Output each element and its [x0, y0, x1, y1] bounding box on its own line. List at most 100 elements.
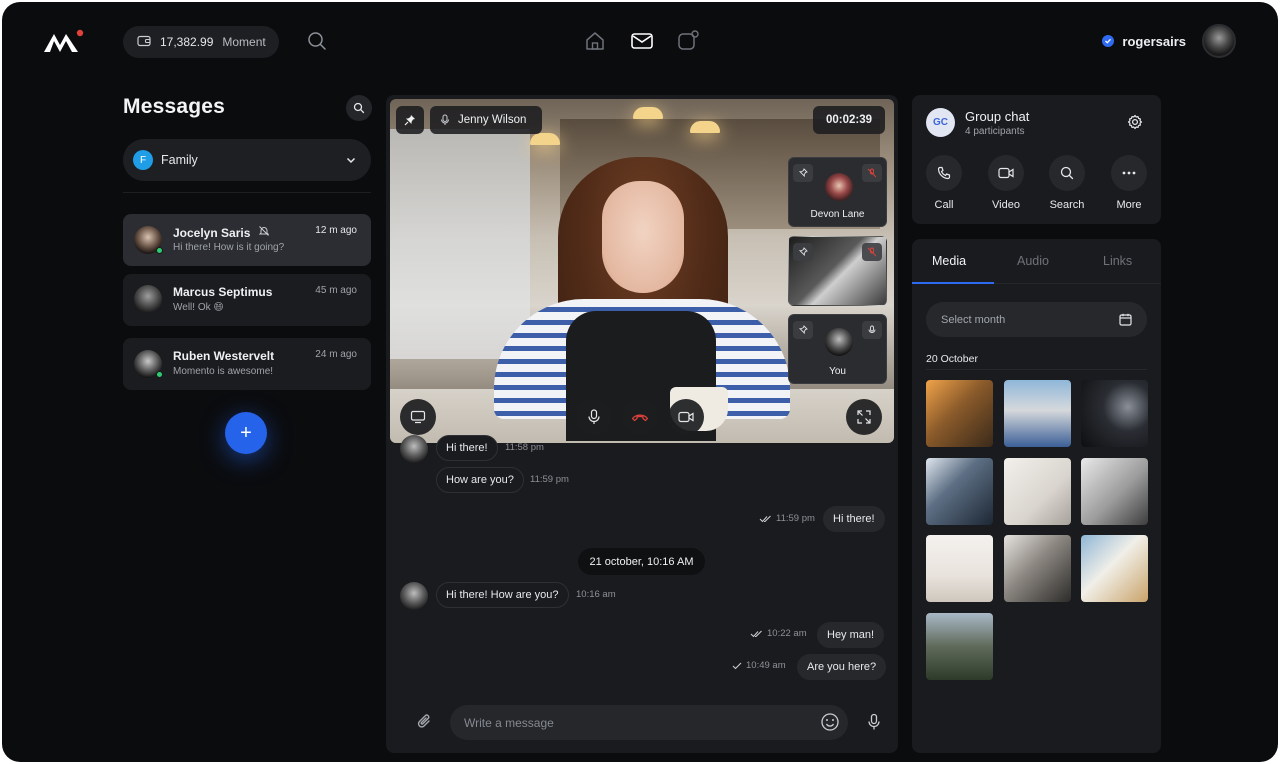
month-select[interactable]: Select month — [926, 302, 1147, 337]
media-thumbnail[interactable] — [1004, 535, 1071, 602]
search-icon[interactable] — [306, 30, 328, 52]
media-thumbnail[interactable] — [1081, 380, 1148, 447]
action-label: Video — [992, 199, 1020, 211]
conversation-preview: Momento is awesome! — [173, 366, 274, 377]
media-thumbnail[interactable] — [1081, 458, 1148, 525]
search-action[interactable]: Search — [1049, 155, 1085, 211]
avatar — [400, 582, 428, 610]
message-time: 11:58 pm — [505, 442, 544, 453]
lamp — [690, 121, 720, 133]
pin-icon — [404, 115, 415, 126]
participant-name: You — [829, 366, 846, 377]
media-thumbnail[interactable] — [926, 458, 993, 525]
emoji-button[interactable] — [819, 711, 841, 733]
group-badge: GC — [926, 108, 955, 137]
message-input-placeholder: Write a message — [464, 715, 554, 730]
phone-icon[interactable] — [926, 155, 962, 191]
chat-bubble-icon[interactable] — [676, 29, 700, 53]
mic-muted-icon[interactable] — [862, 164, 882, 182]
wallet-balance[interactable]: 17,382.99 Moment — [123, 26, 279, 58]
screen-share-button[interactable] — [400, 399, 436, 435]
mute-button[interactable] — [576, 399, 612, 435]
attach-button[interactable] — [414, 711, 436, 733]
paperclip-icon — [417, 714, 430, 728]
microphone-icon — [441, 114, 449, 125]
group-subtitle: 4 participants — [965, 126, 1025, 137]
divider — [926, 369, 1147, 370]
conversation-name: Marcus Septimus — [173, 285, 273, 299]
conversation-filter-select[interactable]: F Family — [123, 139, 371, 181]
media-thumbnail[interactable] — [1004, 458, 1071, 525]
fullscreen-button[interactable] — [846, 399, 882, 435]
filter-badge: F — [133, 150, 153, 170]
group-title: Group chat — [965, 109, 1030, 124]
video-camera-icon[interactable] — [988, 155, 1024, 191]
microphone-icon — [588, 409, 600, 424]
media-thumbnail[interactable] — [926, 535, 993, 602]
tab-media[interactable]: Media — [932, 254, 966, 268]
wallet-amount: 17,382.99 — [160, 35, 214, 49]
conversation-item[interactable]: Jocelyn Saris Hi there! How is it going?… — [123, 214, 371, 266]
mic-muted-icon[interactable] — [862, 243, 882, 261]
conversation-item[interactable]: Marcus Septimus Well! Ok 😄 45 m ago — [123, 274, 371, 326]
pin-icon[interactable] — [793, 164, 813, 182]
conversation-name-text: Jocelyn Saris — [173, 225, 251, 240]
message-time: 10:16 am — [576, 589, 616, 600]
user-profile[interactable]: rogersairs — [1102, 24, 1236, 58]
conversation-item[interactable]: Ruben Westervelt Momento is awesome! 24 … — [123, 338, 371, 390]
call-action[interactable]: Call — [926, 155, 962, 211]
video-action[interactable]: Video — [988, 155, 1024, 211]
voice-message-button[interactable] — [864, 711, 884, 733]
tab-audio[interactable]: Audio — [1017, 254, 1049, 268]
message-time: 11:59 pm — [530, 474, 569, 485]
avatar — [825, 173, 853, 201]
more-action[interactable]: More — [1111, 155, 1147, 211]
active-tab-indicator — [912, 282, 994, 284]
message-bubble: Hi there! How are you? — [436, 582, 569, 608]
participant-tile[interactable] — [788, 236, 887, 306]
video-call-feed: Jenny Wilson 00:02:39 Devon Lane You — [390, 99, 894, 443]
mail-icon[interactable] — [629, 29, 655, 53]
end-call-button[interactable] — [622, 399, 658, 435]
media-thumbnail[interactable] — [926, 613, 993, 680]
wallet-icon — [137, 35, 151, 50]
pin-icon[interactable] — [793, 243, 813, 261]
conversation-name: Jocelyn Saris — [173, 225, 270, 240]
participant-tile[interactable]: Devon Lane — [788, 157, 887, 227]
pin-button[interactable] — [396, 106, 424, 134]
verified-icon — [1102, 35, 1115, 47]
participant-tile-self[interactable]: You — [788, 314, 887, 384]
new-conversation-button[interactable]: + — [225, 412, 267, 454]
double-check-icon — [750, 630, 762, 637]
more-dots-icon[interactable] — [1111, 155, 1147, 191]
logo[interactable] — [44, 29, 84, 55]
home-icon[interactable] — [583, 29, 607, 53]
message-time-text: 11:59 pm — [776, 513, 815, 524]
online-indicator — [156, 247, 163, 254]
media-thumbnail[interactable] — [1004, 380, 1071, 447]
pin-icon[interactable] — [793, 321, 813, 339]
call-duration: 00:02:39 — [813, 106, 885, 134]
message-bubble: How are you? — [436, 467, 524, 493]
avatar[interactable] — [1202, 24, 1236, 58]
camera-toggle-button[interactable] — [668, 399, 704, 435]
media-date-label: 20 October — [926, 353, 978, 365]
participant-name: Devon Lane — [810, 209, 865, 220]
page-title: Messages — [123, 95, 225, 118]
search-icon[interactable] — [1049, 155, 1085, 191]
media-thumbnail[interactable] — [926, 380, 993, 447]
speaker-face — [602, 181, 684, 293]
microphone-icon[interactable] — [862, 321, 882, 339]
speaker-name-tag: Jenny Wilson — [430, 106, 542, 134]
media-thumbnail[interactable] — [1081, 535, 1148, 602]
month-select-placeholder: Select month — [941, 313, 1006, 326]
action-label: Search — [1049, 199, 1085, 211]
smiley-icon — [821, 713, 839, 731]
messages-search-button[interactable] — [346, 95, 372, 121]
conversation-preview: Hi there! How is it going? — [173, 242, 285, 253]
tab-links[interactable]: Links — [1103, 254, 1132, 268]
message-input[interactable]: Write a message — [450, 705, 848, 740]
conversation-name: Ruben Westervelt — [173, 349, 275, 363]
username: rogersairs — [1122, 33, 1186, 49]
settings-gear-icon[interactable] — [1126, 113, 1144, 131]
